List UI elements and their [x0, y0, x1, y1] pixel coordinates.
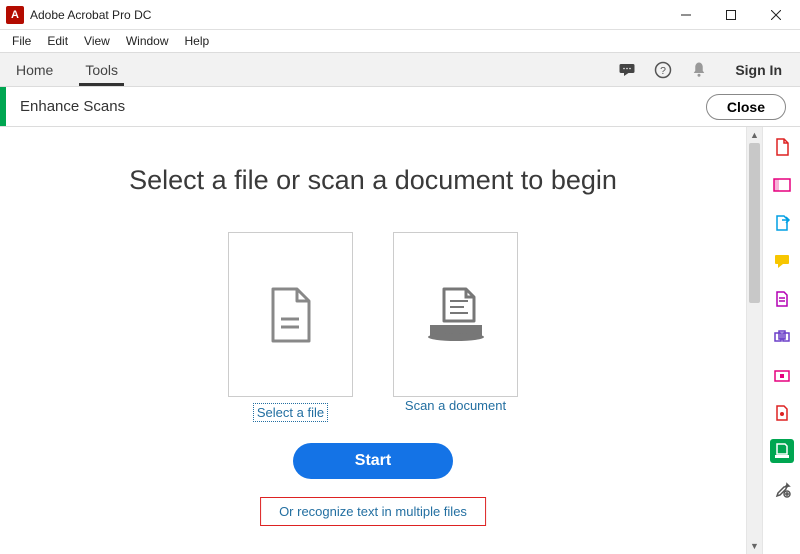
workarea: Select a file or scan a document to begi… [0, 127, 800, 554]
enhance-scans-icon[interactable] [770, 439, 794, 463]
menu-edit[interactable]: Edit [39, 32, 76, 50]
app-logo-icon: A [6, 6, 24, 24]
menu-file[interactable]: File [4, 32, 39, 50]
scan-document-label[interactable]: Scan a document [405, 398, 506, 413]
scanner-icon [424, 287, 488, 343]
messages-icon[interactable] [609, 53, 645, 86]
content-pane: Select a file or scan a document to begi… [0, 127, 746, 554]
svg-text:?: ? [660, 64, 666, 76]
window-minimize-button[interactable] [663, 0, 708, 30]
scroll-down-arrow-icon[interactable]: ▼ [747, 538, 762, 554]
scroll-thumb[interactable] [749, 143, 760, 303]
compress-icon[interactable] [770, 401, 794, 425]
tab-tools[interactable]: Tools [69, 53, 134, 86]
notifications-icon[interactable] [681, 53, 717, 86]
menu-view[interactable]: View [76, 32, 118, 50]
create-pdf-icon[interactable] [770, 135, 794, 159]
tab-home[interactable]: Home [0, 53, 69, 86]
right-tool-rail [762, 127, 800, 554]
menu-window[interactable]: Window [118, 32, 177, 50]
select-file-thumbnail [228, 232, 353, 397]
window-title: Adobe Acrobat Pro DC [30, 8, 663, 22]
tabbar: Home Tools ? Sign In [0, 52, 800, 87]
option-cards: Select a file Scan a document [0, 232, 746, 422]
tool-header: Enhance Scans Close [0, 87, 800, 127]
tool-close-button[interactable]: Close [706, 94, 786, 120]
edit-pdf-icon[interactable] [770, 173, 794, 197]
protect-icon[interactable] [770, 363, 794, 387]
export-pdf-icon[interactable] [770, 211, 794, 235]
scroll-track[interactable] [747, 143, 762, 538]
scroll-up-arrow-icon[interactable]: ▲ [747, 127, 762, 143]
organize-icon[interactable] [770, 287, 794, 311]
start-button[interactable]: Start [293, 443, 453, 479]
vertical-scrollbar[interactable]: ▲ ▼ [746, 127, 762, 554]
window-close-button[interactable] [753, 0, 798, 30]
menubar: File Edit View Window Help [0, 30, 800, 52]
tool-name: Enhance Scans [6, 98, 706, 115]
comment-icon[interactable] [770, 249, 794, 273]
select-file-label[interactable]: Select a file [255, 405, 326, 420]
page-heading: Select a file or scan a document to begi… [0, 165, 746, 196]
more-tools-icon[interactable] [770, 477, 794, 501]
select-file-card[interactable]: Select a file [228, 232, 353, 422]
scan-document-thumbnail [393, 232, 518, 397]
combine-icon[interactable] [770, 325, 794, 349]
recognize-multiple-files-link[interactable]: Or recognize text in multiple files [260, 497, 486, 526]
help-icon[interactable]: ? [645, 53, 681, 86]
document-icon [265, 285, 317, 345]
menu-help[interactable]: Help [177, 32, 218, 50]
window-maximize-button[interactable] [708, 0, 753, 30]
signin-button[interactable]: Sign In [717, 53, 800, 86]
titlebar: A Adobe Acrobat Pro DC [0, 0, 800, 30]
scan-document-card[interactable]: Scan a document [393, 232, 518, 422]
